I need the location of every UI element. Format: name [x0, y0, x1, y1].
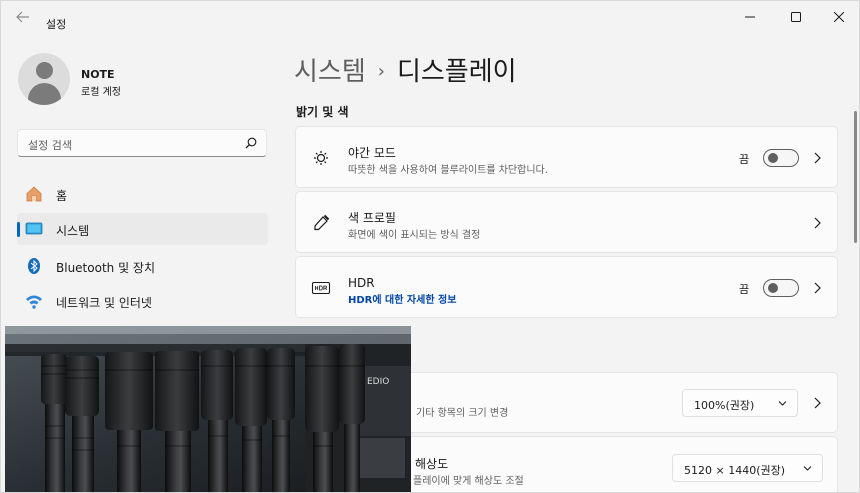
page-title: 디스플레이	[396, 57, 517, 87]
scale-dropdown[interactable]: 100%(권장)	[682, 389, 798, 417]
color-profile-title: 색 프로필	[348, 211, 396, 225]
toggle-knob	[768, 153, 778, 163]
hdr-state: 끔	[739, 283, 750, 296]
cable-photo: EDIO	[5, 326, 411, 492]
hdr-info-link[interactable]: HDR에 대한 자세한 정보	[348, 291, 456, 306]
sidebar-item-bluetooth[interactable]: Bluetooth 및 장치	[17, 250, 268, 282]
night-mode-title: 야간 모드	[348, 146, 396, 160]
night-mode-state: 끔	[739, 153, 750, 166]
brightness-icon	[314, 151, 328, 165]
active-indicator	[17, 222, 20, 237]
search-input[interactable]: 설정 검색	[17, 129, 267, 157]
night-mode-card[interactable]: 야간 모드 따뜻한 색을 사용하여 블루라이트를 차단합니다. 끔	[295, 126, 838, 188]
night-mode-toggle[interactable]	[763, 149, 799, 167]
system-icon	[25, 222, 43, 235]
resolution-title: 해상도	[415, 457, 449, 471]
breadcrumb: 시스템 › 디스플레이	[294, 51, 517, 88]
hdr-icon	[311, 281, 331, 295]
resolution-dropdown[interactable]: 5120 × 1440(권장)	[672, 454, 823, 482]
settings-window: 설정 NOTE 로컬 계정 설정 검색 홈 시스템 Bluetooth 및 장치…	[0, 0, 860, 493]
minimize-icon	[745, 16, 755, 18]
section-title: 밝기 및 색	[296, 105, 349, 119]
breadcrumb-parent[interactable]: 시스템	[294, 57, 366, 87]
bluetooth-icon	[28, 258, 40, 274]
maximize-icon	[791, 12, 801, 22]
photo-overlay-text: EDIO	[367, 377, 389, 387]
arrow-left-icon	[16, 11, 29, 23]
app-title: 설정	[46, 18, 67, 31]
color-profile-desc: 화면에 색이 표시되는 방식 결정	[348, 230, 481, 241]
chevron-right-icon[interactable]	[812, 152, 822, 164]
sidebar-item-label: 시스템	[56, 224, 90, 238]
chevron-down-icon	[803, 466, 812, 471]
chevron-right-icon[interactable]	[812, 282, 822, 294]
profile-account-type: 로컬 계정	[81, 87, 121, 98]
eyedropper-icon	[314, 214, 330, 231]
sidebar-item-label: Bluetooth 및 장치	[56, 261, 156, 275]
scale-value: 100%(권장)	[694, 399, 755, 412]
breadcrumb-separator: ›	[377, 61, 385, 82]
maximize-button[interactable]	[773, 1, 819, 33]
resolution-desc: 플레이에 맞게 해상도 조절	[413, 476, 524, 487]
avatar-body	[28, 83, 61, 105]
hdr-title: HDR	[348, 276, 375, 290]
sidebar-item-label: 홈	[56, 189, 68, 203]
cable-photo-image: EDIO	[5, 326, 411, 492]
close-icon	[834, 12, 844, 22]
chevron-right-icon[interactable]	[812, 397, 822, 409]
scrollbar[interactable]	[854, 111, 857, 243]
sidebar-item-system[interactable]: 시스템	[17, 213, 268, 245]
search-icon[interactable]	[245, 137, 257, 149]
scale-desc: 기타 항목의 크기 변경	[416, 408, 509, 419]
hdr-card[interactable]: HDR HDR에 대한 자세한 정보 끔	[295, 256, 838, 318]
profile-name: NOTE	[81, 68, 115, 81]
search-placeholder: 설정 검색	[28, 139, 72, 152]
hdr-toggle[interactable]	[763, 279, 799, 297]
home-icon	[26, 186, 42, 202]
toggle-knob	[768, 283, 778, 293]
color-profile-card[interactable]: 색 프로필 화면에 색이 표시되는 방식 결정	[295, 191, 838, 253]
resolution-value: 5120 × 1440(권장)	[684, 464, 786, 477]
chevron-right-icon[interactable]	[812, 217, 822, 229]
wifi-icon	[26, 295, 42, 309]
title-bar: 설정	[1, 1, 859, 35]
avatar-head	[36, 62, 53, 79]
night-mode-desc: 따뜻한 색을 사용하여 블루라이트를 차단합니다.	[348, 165, 548, 176]
avatar[interactable]	[18, 53, 70, 105]
minimize-button[interactable]	[727, 1, 773, 33]
chevron-down-icon	[778, 401, 787, 406]
sidebar-item-network[interactable]: 네트워크 및 인터넷	[17, 285, 268, 317]
sidebar-item-home[interactable]: 홈	[17, 178, 268, 210]
sidebar-item-label: 네트워크 및 인터넷	[56, 296, 152, 310]
close-button[interactable]	[816, 1, 859, 33]
back-button[interactable]	[13, 9, 33, 27]
